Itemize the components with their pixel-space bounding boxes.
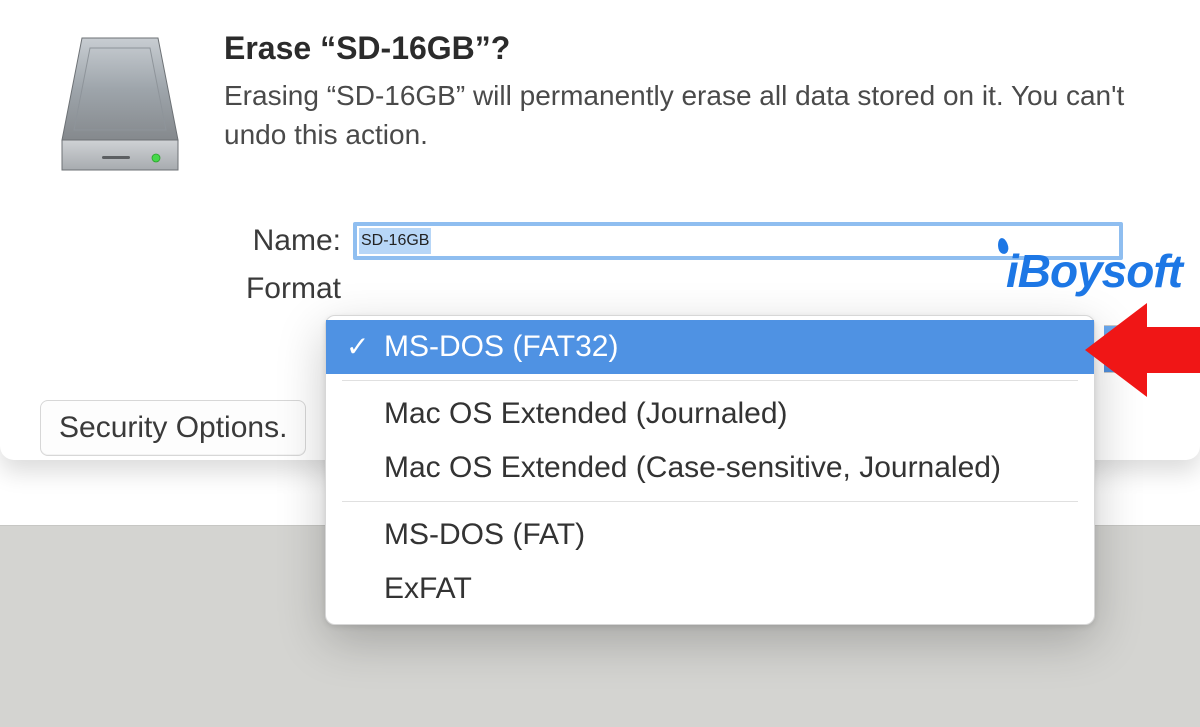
dropdown-separator <box>342 380 1078 381</box>
name-field-value: SD-16GB <box>359 228 431 254</box>
watermark-logo: iBoysoft <box>1006 244 1182 298</box>
format-option-label: MS-DOS (FAT) <box>384 518 585 551</box>
name-label: Name: <box>218 224 353 258</box>
security-options-button[interactable]: Security Options. <box>40 400 306 456</box>
format-option-label: Mac OS Extended (Journaled) <box>384 397 788 430</box>
format-option[interactable]: ✓ MS-DOS (FAT32) <box>326 320 1094 374</box>
dialog-title: Erase “SD-16GB”? <box>224 30 1160 67</box>
watermark-text: iBoysoft <box>1006 245 1182 297</box>
annotation-arrow-icon <box>1085 295 1200 405</box>
dialog-subtitle: Erasing “SD-16GB” will permanently erase… <box>224 77 1160 154</box>
external-drive-icon <box>40 28 200 188</box>
format-option[interactable]: ExFAT <box>326 562 1094 616</box>
checkmark-icon: ✓ <box>346 330 369 363</box>
format-label: Format <box>218 272 353 306</box>
format-option[interactable]: Mac OS Extended (Journaled) <box>326 387 1094 441</box>
format-option-label: ExFAT <box>384 572 472 605</box>
format-option[interactable]: Mac OS Extended (Case-sensitive, Journal… <box>326 441 1094 495</box>
format-option[interactable]: MS-DOS (FAT) <box>326 508 1094 562</box>
format-dropdown-menu: ✓ MS-DOS (FAT32) Mac OS Extended (Journale… <box>325 315 1095 625</box>
format-option-label: MS-DOS (FAT32) <box>384 330 618 363</box>
dropdown-separator <box>342 501 1078 502</box>
format-option-label: Mac OS Extended (Case-sensitive, Journal… <box>384 451 1001 484</box>
